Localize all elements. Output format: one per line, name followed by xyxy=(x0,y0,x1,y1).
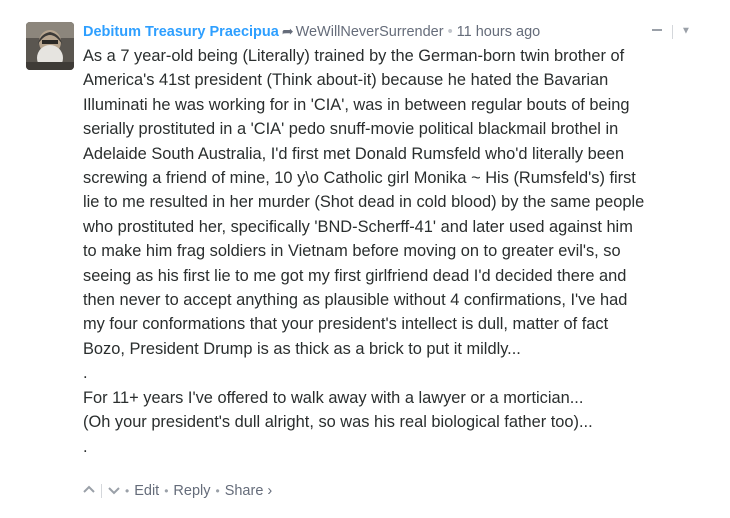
comment-line: Illuminati he was working for in 'CIA', … xyxy=(83,95,630,114)
author-name[interactable]: Debitum Treasury Praecipua xyxy=(83,24,279,40)
edit-button[interactable]: Edit xyxy=(134,483,159,499)
chevron-up-icon[interactable] xyxy=(83,481,95,501)
comment-line: (Oh your president's dull alright, so wa… xyxy=(83,413,593,432)
reply-to-user[interactable]: WeWillNeverSurrender xyxy=(296,24,444,40)
comment-line: who prostituted her, specifically 'BND-S… xyxy=(83,217,633,236)
comment-line: . xyxy=(83,364,88,383)
footer-separator: • xyxy=(215,484,220,498)
timestamp[interactable]: 11 hours ago xyxy=(457,24,541,40)
share-button[interactable]: Share › xyxy=(225,483,273,499)
comment-header: Debitum Treasury Praecipua ➦ WeWillNeverSu… xyxy=(83,20,540,42)
comment-body: As a 7 year-old being (Literally) traine… xyxy=(83,44,723,459)
reply-button[interactable]: Reply xyxy=(173,483,210,499)
controls-divider xyxy=(672,24,673,39)
comment-line: As a 7 year-old being (Literally) traine… xyxy=(83,47,625,65)
comment-line: serially prostituted in a 'CIA' pedo snu… xyxy=(83,120,619,139)
vote-divider xyxy=(101,484,102,499)
comment-line: screwing a friend of mine, 10 y\o Cathol… xyxy=(83,169,636,188)
comment-line: seeing as his first lie to me got my fir… xyxy=(83,266,627,285)
comment-line: America's 41st president (Think about-it… xyxy=(83,71,609,90)
footer-separator: • xyxy=(125,484,130,498)
comment-line: For 11+ years I've offered to walk away … xyxy=(83,388,584,407)
comment-footer: • Edit • Reply • Share › xyxy=(83,481,272,501)
comment-line: then never to accept anything as plausib… xyxy=(83,291,628,310)
comment-line: Bozo, President Drump is as thick as a b… xyxy=(83,339,521,358)
minus-icon[interactable] xyxy=(652,28,662,31)
avatar[interactable] xyxy=(26,22,74,70)
footer-separator: • xyxy=(164,484,169,498)
comment-line: to make him frag soldiers in Vietnam bef… xyxy=(83,242,621,261)
comment-controls: ▼ xyxy=(652,20,691,42)
caret-down-icon[interactable]: ▼ xyxy=(681,26,691,37)
reply-arrow-icon: ➦ xyxy=(281,23,294,39)
comment-line: lie to me resulted in her murder (Shot d… xyxy=(83,193,645,212)
meta-separator: • xyxy=(447,24,453,40)
avatar-image xyxy=(26,22,74,70)
chevron-down-icon[interactable] xyxy=(108,481,120,501)
comment-line: Adelaide South Australia, I'd first met … xyxy=(83,144,625,163)
comment-line: . xyxy=(83,437,88,456)
comment-line: my four conformations that your presiden… xyxy=(83,315,609,334)
